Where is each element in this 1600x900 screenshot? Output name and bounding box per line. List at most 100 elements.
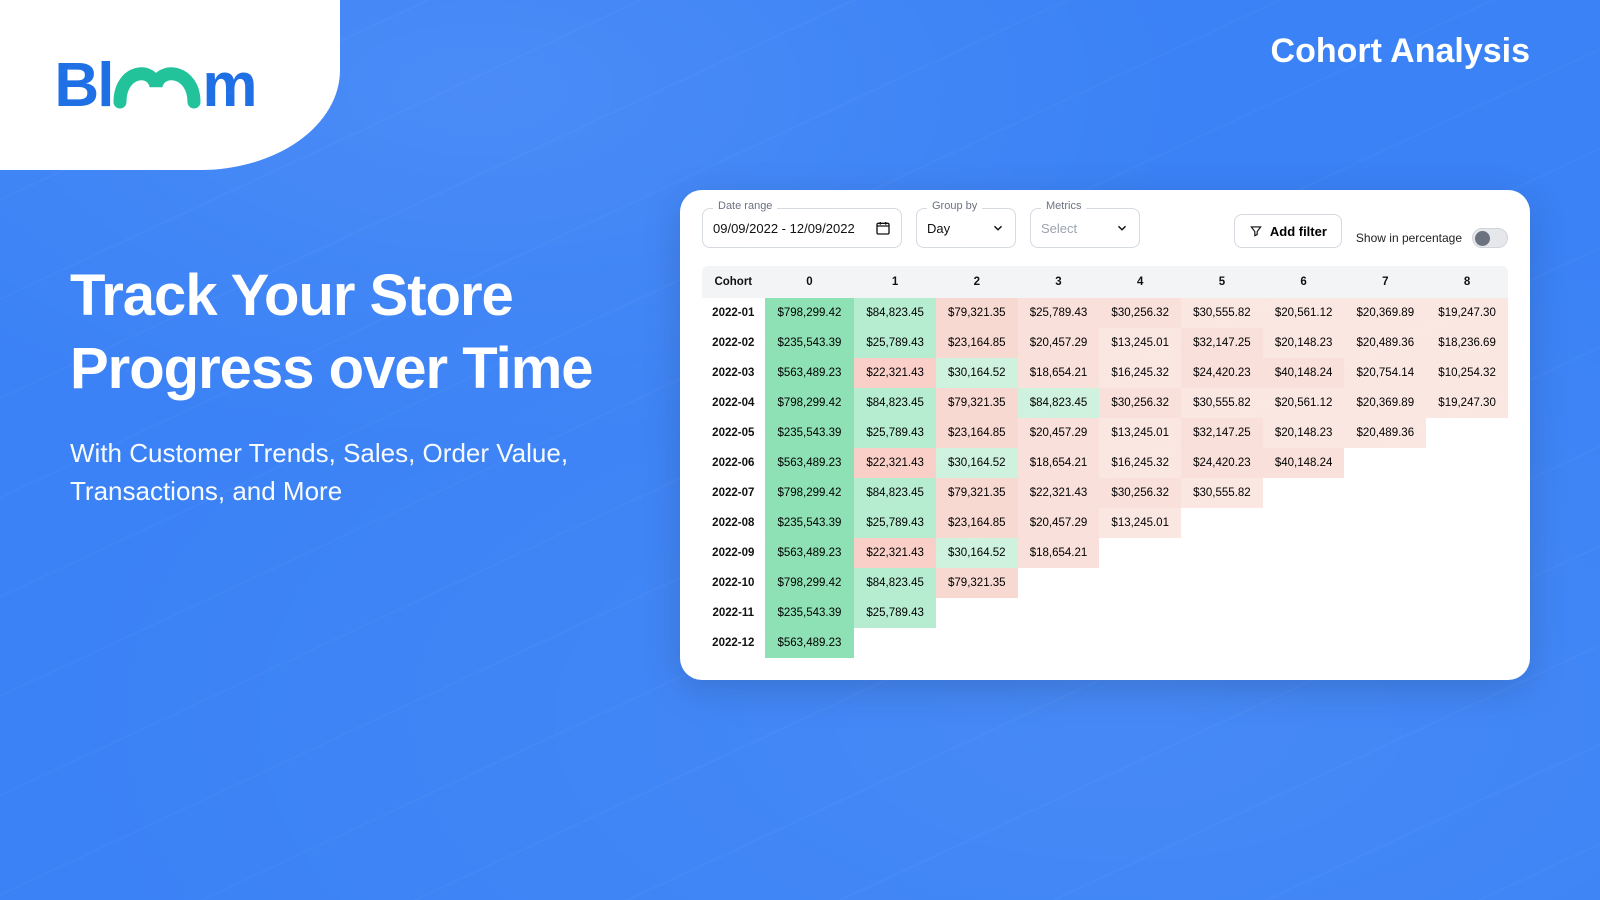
subheadline: With Customer Trends, Sales, Order Value… (70, 435, 610, 510)
cohort-label: 2022-09 (702, 538, 765, 568)
cohort-cell: $235,543.39 (765, 598, 855, 628)
brand-logo: Bl m (54, 50, 255, 121)
cohort-cell: $563,489.23 (765, 448, 855, 478)
percentage-toggle[interactable] (1472, 228, 1508, 248)
cohort-cell: $24,420.23 (1181, 448, 1263, 478)
cohort-cell: $79,321.35 (936, 568, 1018, 598)
chevron-down-icon (991, 221, 1005, 235)
cohort-cell: $19,247.30 (1426, 298, 1508, 328)
group-by-value: Day (927, 221, 950, 236)
cohort-cell: $18,236.69 (1426, 328, 1508, 358)
cohort-label: 2022-07 (702, 478, 765, 508)
cohort-table: Cohort012345678 2022-01$798,299.42$84,82… (702, 266, 1508, 658)
col-header-period: 3 (1018, 266, 1100, 298)
group-by-field[interactable]: Group by Day (916, 208, 1016, 248)
cohort-cell: $13,245.01 (1099, 418, 1181, 448)
cohort-cell: $563,489.23 (765, 358, 855, 388)
cohort-cell: $23,164.85 (936, 418, 1018, 448)
cohort-cell: $25,789.43 (1018, 298, 1100, 328)
table-row: 2022-10$798,299.42$84,823.45$79,321.35 (702, 568, 1508, 598)
cohort-cell: $235,543.39 (765, 418, 855, 448)
cohort-label: 2022-10 (702, 568, 765, 598)
cohort-cell: $563,489.23 (765, 628, 855, 658)
cohort-label: 2022-04 (702, 388, 765, 418)
cohort-cell (1263, 598, 1345, 628)
cohort-cell (1426, 418, 1508, 448)
cohort-cell (1426, 478, 1508, 508)
cohort-cell (1426, 598, 1508, 628)
cohort-cell (1018, 568, 1100, 598)
cohort-cell (1344, 538, 1426, 568)
cohort-cell: $22,321.43 (854, 448, 936, 478)
page-title: Cohort Analysis (1271, 32, 1530, 71)
controls-bar: Date range 09/09/2022 - 12/09/2022 Group… (702, 208, 1508, 248)
cohort-cell: $563,489.23 (765, 538, 855, 568)
cohort-cell: $19,247.30 (1426, 388, 1508, 418)
cohort-cell: $22,321.43 (854, 538, 936, 568)
cohort-cell: $84,823.45 (854, 568, 936, 598)
cohort-cell: $20,489.36 (1344, 328, 1426, 358)
date-range-label: Date range (713, 200, 777, 212)
cohort-cell: $235,543.39 (765, 328, 855, 358)
cohort-cell (1018, 628, 1100, 658)
cohort-cell: $20,148.23 (1263, 418, 1345, 448)
cohort-cell (1099, 568, 1181, 598)
cohort-cell (1263, 508, 1345, 538)
cohort-cell: $30,256.32 (1099, 478, 1181, 508)
cohort-cell (936, 628, 1018, 658)
cohort-cell (1344, 508, 1426, 538)
cohort-cell (1344, 568, 1426, 598)
filter-icon (1249, 224, 1263, 238)
headline: Track Your Store Progress over Time (70, 260, 610, 405)
cohort-label: 2022-06 (702, 448, 765, 478)
cohort-cell: $20,369.89 (1344, 388, 1426, 418)
cohort-label: 2022-11 (702, 598, 765, 628)
cohort-cell (1181, 508, 1263, 538)
add-filter-button[interactable]: Add filter (1234, 214, 1342, 248)
table-row: 2022-07$798,299.42$84,823.45$79,321.35$2… (702, 478, 1508, 508)
cohort-cell: $25,789.43 (854, 508, 936, 538)
cohort-cell: $30,555.82 (1181, 298, 1263, 328)
table-row: 2022-06$563,489.23$22,321.43$30,164.52$1… (702, 448, 1508, 478)
cohort-label: 2022-01 (702, 298, 765, 328)
group-by-label: Group by (927, 200, 982, 212)
cohort-cell: $84,823.45 (1018, 388, 1100, 418)
cohort-cell (1099, 628, 1181, 658)
cohort-cell: $23,164.85 (936, 508, 1018, 538)
cohort-cell: $18,654.21 (1018, 358, 1100, 388)
table-row: 2022-02$235,543.39$25,789.43$23,164.85$2… (702, 328, 1508, 358)
cohort-cell: $79,321.35 (936, 388, 1018, 418)
table-row: 2022-09$563,489.23$22,321.43$30,164.52$1… (702, 538, 1508, 568)
cohort-cell: $798,299.42 (765, 388, 855, 418)
cohort-cell (1181, 568, 1263, 598)
cohort-cell: $20,489.36 (1344, 418, 1426, 448)
metrics-label: Metrics (1041, 200, 1086, 212)
cohort-cell (1344, 628, 1426, 658)
table-row: 2022-04$798,299.42$84,823.45$79,321.35$8… (702, 388, 1508, 418)
cohort-cell: $25,789.43 (854, 598, 936, 628)
cohort-cell: $20,457.29 (1018, 418, 1100, 448)
cohort-card: Date range 09/09/2022 - 12/09/2022 Group… (680, 190, 1530, 680)
cohort-cell: $40,148.24 (1263, 358, 1345, 388)
cohort-cell (1426, 448, 1508, 478)
cohort-cell: $798,299.42 (765, 478, 855, 508)
cohort-cell: $30,164.52 (936, 448, 1018, 478)
date-range-field[interactable]: Date range 09/09/2022 - 12/09/2022 (702, 208, 902, 248)
col-header-cohort: Cohort (702, 266, 765, 298)
cohort-cell: $30,256.32 (1099, 298, 1181, 328)
cohort-cell (854, 628, 936, 658)
cohort-cell (1426, 508, 1508, 538)
table-row: 2022-12$563,489.23 (702, 628, 1508, 658)
cohort-cell: $20,754.14 (1344, 358, 1426, 388)
marketing-copy: Track Your Store Progress over Time With… (70, 260, 610, 510)
cohort-cell (1426, 628, 1508, 658)
cohort-cell (1344, 598, 1426, 628)
cohort-cell (1263, 538, 1345, 568)
calendar-icon (875, 220, 891, 236)
cohort-cell: $24,420.23 (1181, 358, 1263, 388)
table-row: 2022-01$798,299.42$84,823.45$79,321.35$2… (702, 298, 1508, 328)
date-range-value: 09/09/2022 - 12/09/2022 (713, 221, 855, 236)
cohort-cell: $20,457.29 (1018, 328, 1100, 358)
cohort-cell: $16,245.32 (1099, 358, 1181, 388)
metrics-field[interactable]: Metrics Select (1030, 208, 1140, 248)
